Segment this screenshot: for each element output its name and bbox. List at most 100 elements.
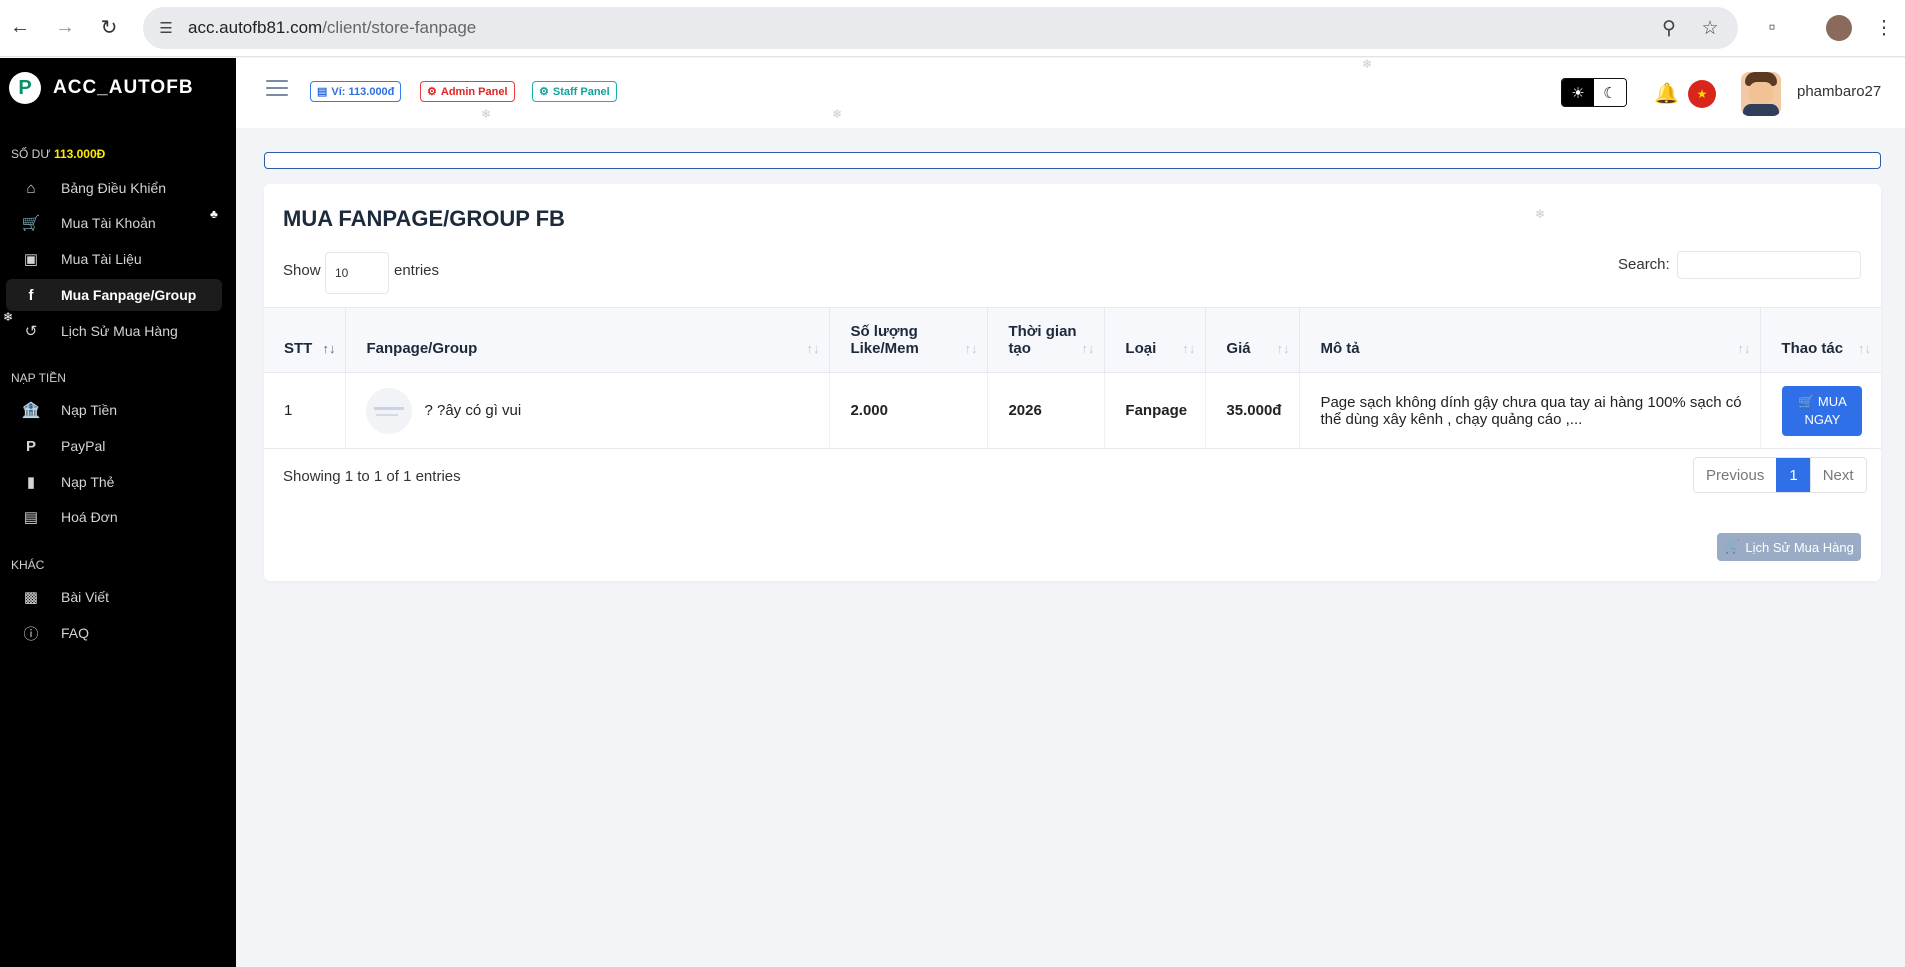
pagination: Previous 1 Next — [1693, 457, 1867, 493]
snowflake-icon: ❄ — [1535, 207, 1546, 221]
gear-icon: ⚙ — [427, 86, 437, 98]
staff-panel-button[interactable]: ⚙ Staff Panel — [532, 81, 617, 102]
hamburger-menu-icon[interactable] — [266, 80, 288, 96]
profile-avatar-icon[interactable] — [1826, 15, 1852, 41]
table-info: Showing 1 to 1 of 1 entries — [283, 468, 461, 485]
gear-icon: ⚙ — [539, 86, 549, 98]
fanpage-table: STT ↑↓ Fanpage/Group ↑↓ Số lượng Like/Mem ↑… — [264, 307, 1881, 449]
sidebar-item-faq[interactable]: ⓘ FAQ — [6, 617, 222, 649]
book-icon: ▣ — [23, 251, 39, 268]
column-header-type[interactable]: Loại ↑↓ — [1104, 307, 1207, 373]
search-label: Search: — [1618, 256, 1670, 273]
fanpage-thumbnail — [366, 387, 413, 434]
table-row: 1 ? ?ây có gì vui 2.000 2026 Fanpage 35.… — [264, 372, 1881, 449]
sort-icon: ↑↓ — [1081, 341, 1095, 356]
sidebar-item-deposit[interactable]: 🏦 Nạp Tiền — [6, 394, 222, 426]
cart-icon: 🛒 — [1724, 539, 1741, 554]
row-actions: 🛒 MUA NGAY — [1760, 372, 1881, 449]
address-bar[interactable]: ☰ acc.autofb81.com/client/store-fanpage … — [143, 7, 1738, 49]
row-fanpage: ? ?ây có gì vui — [345, 372, 831, 449]
show-label: Show — [283, 262, 321, 279]
wallet-icon: ▤ — [317, 86, 328, 98]
search-input[interactable] — [1677, 251, 1861, 279]
fanpage-name: ? ?ây có gì vui — [424, 401, 522, 419]
column-header-actions[interactable]: Thao tác ↑↓ — [1760, 307, 1881, 373]
invoice-icon: ▤ — [23, 509, 39, 526]
sort-icon: ↑↓ — [1858, 341, 1871, 356]
sidebar-item-invoices[interactable]: ▤ Hoá Đơn — [6, 501, 222, 533]
row-created: 2026 — [987, 372, 1106, 449]
row-stt: 1 — [264, 372, 347, 449]
blog-icon: ▩ — [23, 589, 39, 606]
sidebar-item-purchase-history[interactable]: ↺ Lịch Sử Mua Hàng — [6, 315, 222, 347]
vietnam-flag-icon[interactable]: ★ — [1688, 80, 1716, 108]
brand-logo-icon: P — [9, 72, 41, 104]
pagination-page-1[interactable]: 1 — [1776, 458, 1810, 492]
snowflake-icon: ❄ — [832, 107, 843, 121]
admin-panel-button[interactable]: ⚙ Admin Panel — [420, 81, 515, 102]
snowflake-icon: ♣ — [210, 207, 218, 221]
moon-icon[interactable]: ☾ — [1594, 79, 1626, 106]
column-header-quantity[interactable]: Số lượng Like/Mem ↑↓ — [829, 307, 989, 373]
pagination-previous[interactable]: Previous — [1694, 458, 1777, 492]
progress-bar — [264, 152, 1881, 169]
sidebar-item-paypal[interactable]: P PayPal — [6, 430, 222, 462]
sort-icon: ↑↓ — [322, 341, 336, 356]
brand[interactable]: P ACC_AUTOFB — [9, 72, 194, 104]
snowflake-icon: ❄ — [3, 310, 14, 324]
cart-icon: 🛒 — [21, 215, 41, 232]
balance: SỐ DƯ 113.000Đ — [11, 147, 106, 161]
question-icon: ⓘ — [23, 625, 39, 643]
browser-menu-icon[interactable]: ⋮ — [1871, 15, 1897, 41]
entries-per-page-select[interactable]: 10 — [325, 252, 389, 294]
snowflake-icon: ❄ — [1362, 57, 1373, 71]
home-icon: ⌂ — [26, 179, 36, 197]
entries-label: entries — [394, 262, 440, 279]
sun-icon[interactable]: ☀ — [1562, 79, 1594, 106]
column-header-fanpage[interactable]: Fanpage/Group ↑↓ — [345, 307, 831, 373]
fanpage-store-card: MUA FANPAGE/GROUP FB Show 10 entries Sea… — [264, 184, 1881, 581]
back-icon[interactable]: ← — [8, 15, 32, 39]
row-type: Fanpage — [1104, 372, 1207, 449]
sidebar-item-buy-accounts[interactable]: 🛒 Mua Tài Khoản — [6, 207, 222, 239]
forward-icon[interactable]: → — [53, 15, 77, 39]
site-settings-icon[interactable]: ☰ — [153, 15, 179, 41]
sidebar-item-blog[interactable]: ▩ Bài Viết — [6, 581, 222, 613]
username[interactable]: phambaro27 — [1797, 83, 1881, 100]
browser-toolbar: ← → ↻ ☰ acc.autofb81.com/client/store-fa… — [0, 0, 1905, 57]
pagination-next[interactable]: Next — [1809, 458, 1866, 492]
card-icon: ▮ — [26, 474, 36, 491]
zoom-icon[interactable]: ⚲ — [1656, 15, 1682, 41]
balance-value: 113.000Đ — [53, 147, 106, 161]
column-header-created[interactable]: Thời gian tạo ↑↓ — [987, 307, 1106, 373]
sidebar-item-dashboard[interactable]: ⌂ Bảng Điều Khiển — [6, 172, 222, 204]
sidebar-item-buy-fanpage[interactable]: f Mua Fanpage/Group — [6, 279, 222, 311]
brand-name: ACC_AUTOFB — [53, 77, 194, 98]
bookmark-star-icon[interactable]: ☆ — [1697, 15, 1723, 41]
avatar[interactable] — [1741, 72, 1781, 116]
cart-icon: 🛒 — [1798, 393, 1815, 409]
page-title: MUA FANPAGE/GROUP FB — [283, 206, 565, 231]
extensions-icon[interactable]: ▫ — [1759, 15, 1785, 41]
column-header-description[interactable]: Mô tả ↑↓ — [1299, 307, 1762, 373]
row-quantity: 2.000 — [829, 372, 989, 449]
bank-icon: 🏦 — [21, 402, 41, 419]
wallet-badge[interactable]: ▤ Ví: 113.000đ — [310, 81, 402, 102]
sidebar-item-topup-card[interactable]: ▮ Nạp Thẻ — [6, 466, 222, 498]
column-header-price[interactable]: Giá ↑↓ — [1205, 307, 1301, 373]
column-header-stt[interactable]: STT ↑↓ — [264, 307, 347, 373]
sort-icon: ↑↓ — [964, 341, 978, 356]
purchase-history-button[interactable]: 🛒 Lịch Sử Mua Hàng — [1717, 533, 1861, 561]
section-deposit: NẠP TIỀN — [11, 371, 66, 385]
sort-icon: ↑↓ — [1737, 341, 1751, 356]
sidebar-item-buy-documents[interactable]: ▣ Mua Tài Liệu — [6, 243, 222, 275]
url-text: acc.autofb81.com/client/store-fanpage — [188, 18, 477, 37]
bell-icon[interactable]: 🔔 — [1654, 81, 1679, 106]
theme-toggle[interactable]: ☀ ☾ — [1561, 78, 1627, 107]
row-description: Page sạch không dính gậy chưa qua tay ai… — [1299, 372, 1762, 449]
sidebar: P ACC_AUTOFB SỐ DƯ 113.000Đ ⌂ Bảng Điều … — [0, 58, 236, 967]
buy-now-button[interactable]: 🛒 MUA NGAY — [1782, 385, 1863, 436]
reload-icon[interactable]: ↻ — [97, 15, 121, 39]
history-icon: ↺ — [24, 323, 38, 340]
sort-icon: ↑↓ — [1182, 341, 1196, 356]
